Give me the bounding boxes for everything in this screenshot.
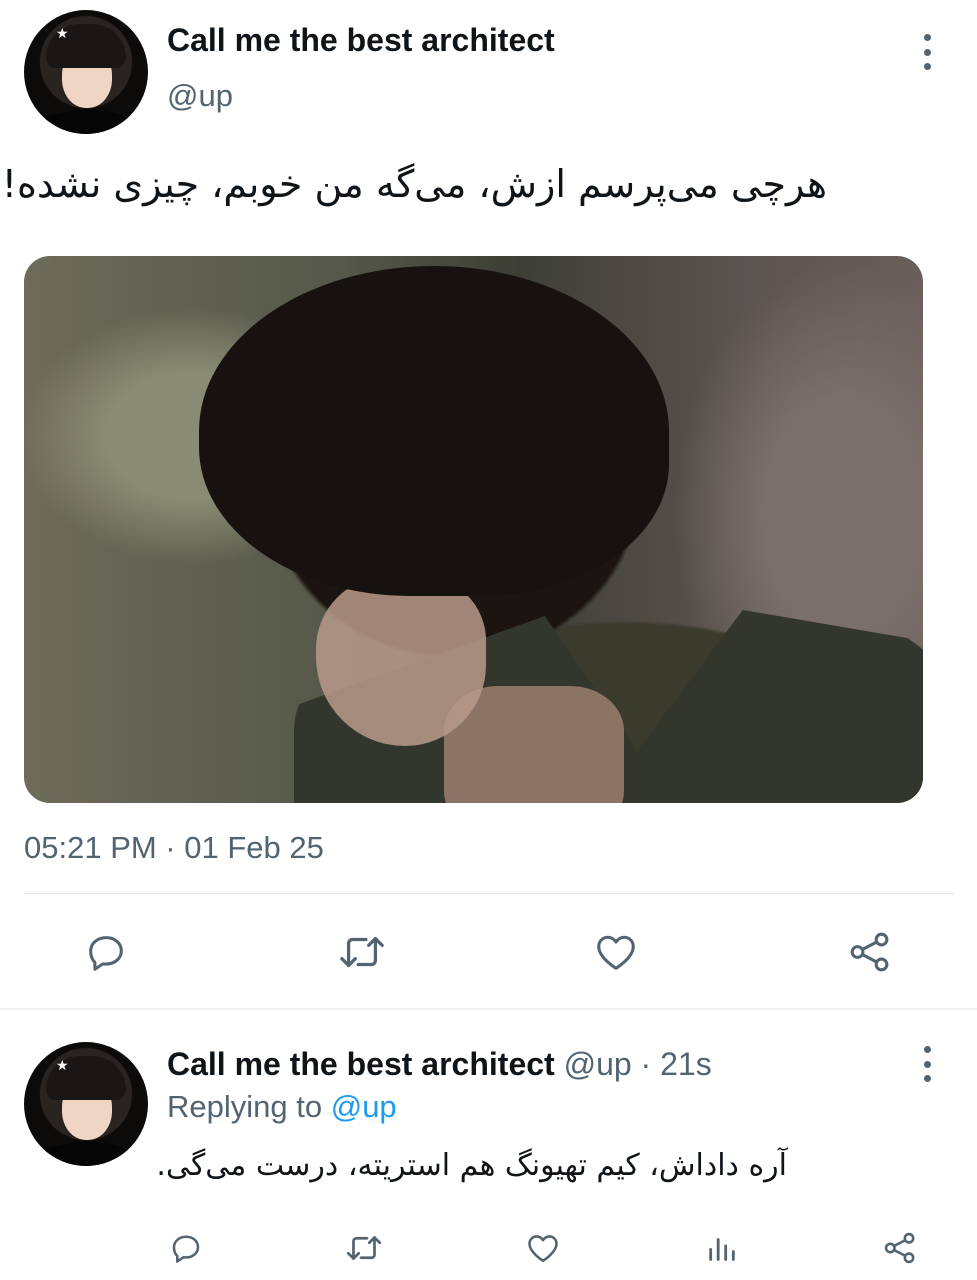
reply-more-options-icon[interactable] <box>921 1046 933 1082</box>
reply-header: Call me the best architect @up · 21s <box>167 1046 712 1083</box>
author-avatar[interactable]: ★ <box>24 10 148 134</box>
section-divider <box>0 1008 977 1010</box>
replying-prefix: Replying to <box>167 1089 331 1124</box>
like-icon <box>597 935 635 970</box>
divider <box>24 893 954 894</box>
reply-button[interactable] <box>80 926 132 978</box>
reply-author-handle[interactable]: @up <box>564 1046 632 1082</box>
reply-icon <box>172 1235 200 1263</box>
reply-reply-button[interactable] <box>166 1228 206 1268</box>
reply-retweet-button[interactable] <box>342 1228 386 1268</box>
replying-to-mention[interactable]: @up <box>331 1089 397 1124</box>
tweet-timestamp[interactable]: 05:21 PM · 01 Feb 25 <box>24 830 324 866</box>
like-button[interactable] <box>590 926 642 978</box>
share-icon <box>884 1232 915 1264</box>
more-options-icon[interactable] <box>921 34 933 70</box>
star-icon: ★ <box>56 1058 69 1074</box>
star-icon: ★ <box>56 26 69 42</box>
retweet-icon <box>340 936 384 968</box>
reply-author-name[interactable]: Call me the best architect <box>167 1046 555 1082</box>
reply-text: آره داداش، کیم تهیونگ هم استریته، درست م… <box>156 1148 787 1183</box>
like-icon <box>528 1235 558 1263</box>
reply-icon <box>89 936 123 971</box>
retweet-button[interactable] <box>334 926 390 978</box>
reply-views-button[interactable] <box>702 1228 742 1268</box>
retweet-icon <box>346 1236 382 1260</box>
reply-like-button[interactable] <box>523 1228 563 1268</box>
tweet-photo[interactable] <box>24 256 923 803</box>
author-name[interactable]: Call me the best architect <box>167 22 555 59</box>
share-button[interactable] <box>844 926 896 978</box>
views-icon <box>709 1238 735 1261</box>
reply-author-avatar[interactable]: ★ <box>24 1042 148 1166</box>
tweet-text: هرچی می‌پرسم ازش، می‌گه من خوبم، چیزی نش… <box>1 162 827 206</box>
share-icon <box>850 932 889 972</box>
meta-separator: · <box>631 1046 661 1082</box>
author-handle[interactable]: @up <box>167 78 233 114</box>
reply-time[interactable]: 21s <box>660 1046 712 1082</box>
tweet-detail-page: ★ Call me the best architect @up هرچی می… <box>0 0 977 1280</box>
reply-share-button[interactable] <box>880 1228 920 1268</box>
replying-to-line: Replying to @up <box>167 1089 397 1125</box>
